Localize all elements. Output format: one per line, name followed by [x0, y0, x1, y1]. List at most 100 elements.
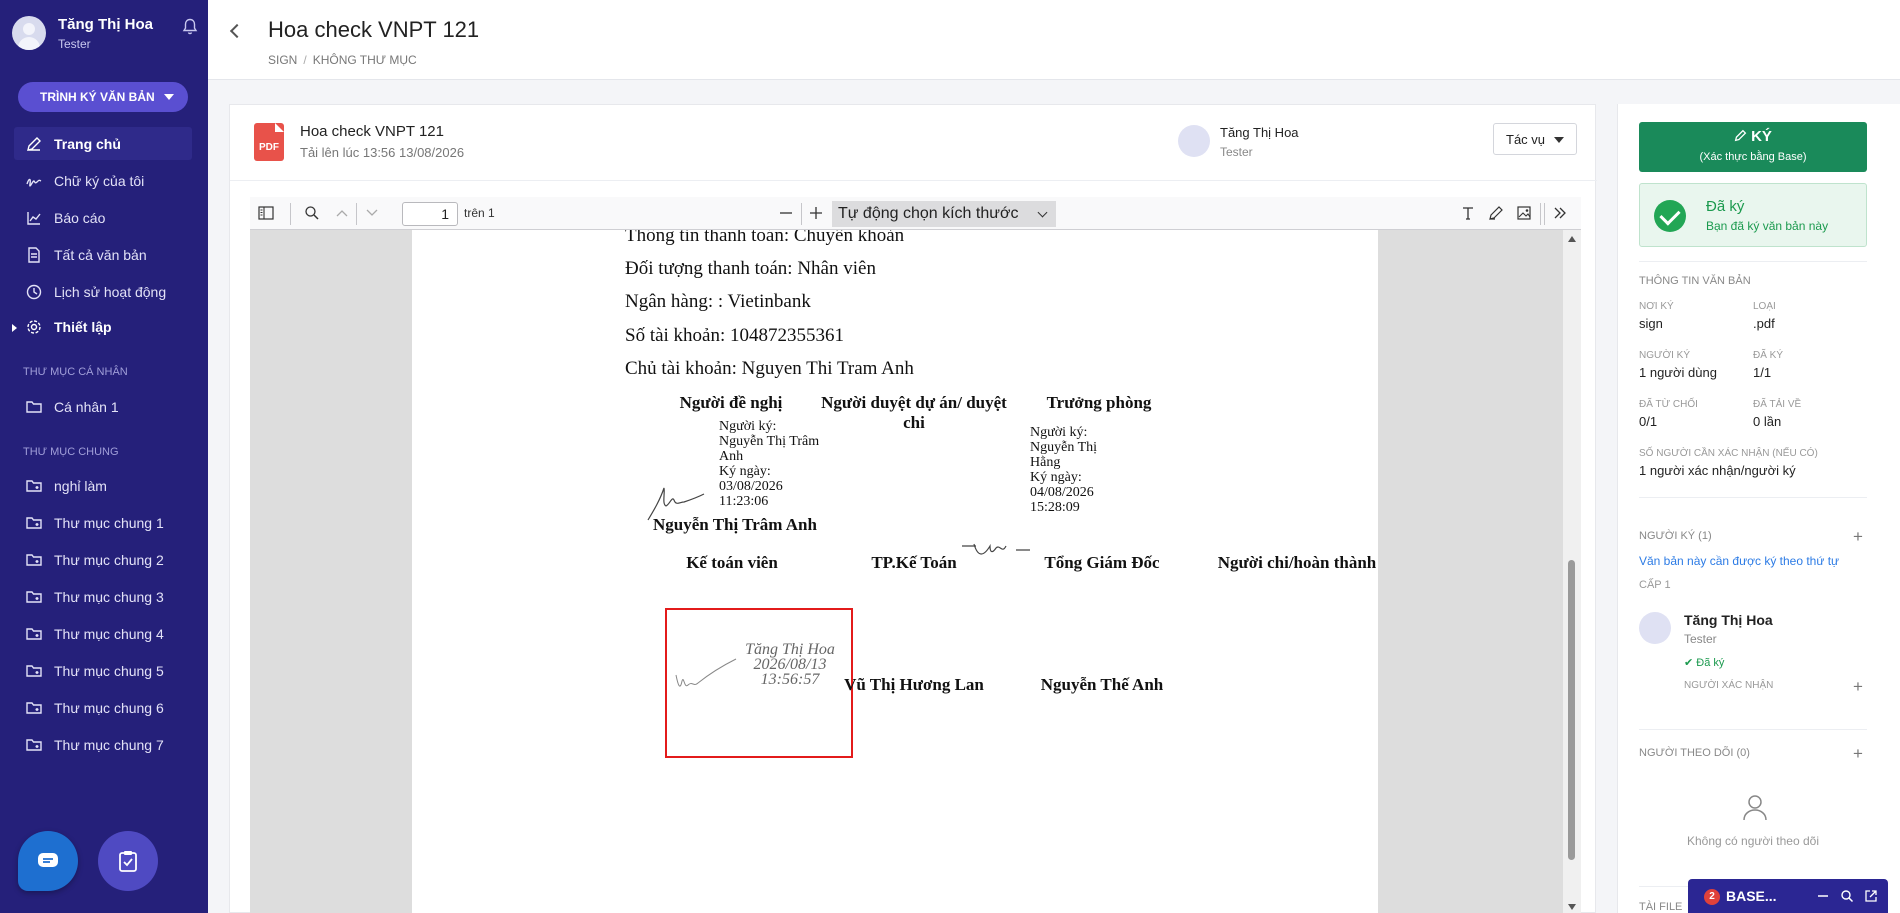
- sidebar-item-label: Thiết lập: [54, 318, 112, 335]
- divider: [1639, 261, 1867, 262]
- signer-name: Nguyễn Thế Anh: [1040, 675, 1164, 694]
- sidebar-item-all-documents[interactable]: Tất cả văn bản: [14, 238, 192, 271]
- signing-level: CẤP 1: [1639, 579, 1671, 591]
- sidebar-item-label: Thư mục chung 5: [54, 662, 164, 679]
- sign-label: KÝ: [1639, 128, 1867, 145]
- actions-dropdown[interactable]: Tác vụ: [1493, 123, 1577, 155]
- task-button[interactable]: [98, 831, 158, 891]
- sidebar-item-label: Trang chủ: [54, 135, 121, 152]
- chevron-down-icon: [1037, 207, 1048, 218]
- user-profile[interactable]: Tăng Thị Hoa Tester: [12, 14, 198, 54]
- sidebar-item-activity-history[interactable]: Lịch sử hoạt động: [14, 275, 192, 308]
- sidebar-item-shared-folder[interactable]: Thư mục chung 2: [14, 543, 192, 576]
- previous-page-icon[interactable]: [334, 205, 350, 221]
- field-label: NGƯỜI KÝ: [1639, 350, 1691, 361]
- sidebar-item-label: Lịch sử hoạt động: [54, 283, 167, 300]
- chart-icon: [27, 211, 41, 225]
- field-value: sign: [1639, 316, 1663, 331]
- breadcrumb-item[interactable]: KHÔNG THƯ MỤC: [313, 53, 417, 67]
- sidebar-toggle-icon[interactable]: [258, 205, 274, 221]
- search-icon[interactable]: [1840, 889, 1854, 903]
- sidebar-item-label: Thư mục chung 3: [54, 588, 164, 605]
- sidebar-item-my-signature[interactable]: Chữ ký của tôi: [14, 164, 192, 197]
- role-heading: Người đề nghị: [679, 393, 783, 412]
- sidebar-item-label: Thư mục chung 6: [54, 699, 164, 716]
- image-tool-icon[interactable]: [1516, 205, 1532, 221]
- sidebar-item-shared-folder[interactable]: Thư mục chung 1: [14, 506, 192, 539]
- signing-order-note[interactable]: Văn bản này cần được ký theo thứ tự: [1639, 554, 1839, 568]
- sidebar-item-settings[interactable]: Thiết lập: [14, 310, 192, 343]
- scrollbar[interactable]: [1563, 230, 1581, 913]
- divider: [1639, 729, 1867, 730]
- shared-folder-icon: [26, 516, 42, 529]
- sidebar-item-reports[interactable]: Báo cáo: [14, 201, 192, 234]
- toolbar-divider: [290, 203, 291, 225]
- followers-section-title: NGƯỜI THEO DÕI (0): [1639, 747, 1750, 759]
- confirmer-title: NGƯỜI XÁC NHẬN: [1684, 680, 1774, 691]
- add-confirmer-icon[interactable]: +: [1853, 678, 1863, 695]
- document-info-panel: KÝ (Xác thực bằng Base) Đã ký Bạn đã ký …: [1617, 104, 1900, 913]
- field-label: NƠI KÝ: [1639, 301, 1674, 312]
- zoom-in-icon[interactable]: [808, 205, 824, 221]
- pdf-page: Thông tin thanh toán: Chuyển khoản Đối t…: [412, 230, 1378, 913]
- next-page-icon[interactable]: [364, 205, 380, 221]
- shared-folder-icon: [26, 479, 42, 492]
- back-icon[interactable]: [229, 23, 245, 39]
- sidebar-item-label: Thư mục chung 4: [54, 625, 164, 642]
- sign-button[interactable]: KÝ (Xác thực bằng Base): [1639, 122, 1867, 172]
- submit-sign-button[interactable]: TRÌNH KÝ VĂN BẢN: [18, 82, 188, 112]
- text-tool-icon[interactable]: [1460, 205, 1476, 221]
- attachments-section-title: TÀI FILE: [1639, 901, 1683, 913]
- base-chat-bar[interactable]: 2 BASE...: [1688, 879, 1888, 913]
- minimize-icon[interactable]: [1816, 889, 1830, 903]
- role-heading: TP.Kế Toán: [871, 553, 957, 572]
- chat-button[interactable]: [18, 831, 78, 891]
- toolbar-divider: [1540, 203, 1541, 225]
- sidebar-item-shared-folder[interactable]: Thư mục chung 6: [14, 691, 192, 724]
- signer-status: ✔ Đã ký: [1684, 657, 1725, 669]
- scrollbar-thumb[interactable]: [1568, 560, 1575, 860]
- field-value: 0 lần: [1753, 414, 1782, 429]
- sidebar-item-shared-folder[interactable]: Thư mục chung 7: [14, 728, 192, 761]
- file-name: Hoa check VNPT 121: [300, 123, 444, 140]
- shared-folder-icon: [26, 553, 42, 566]
- document-line: Ngân hàng: : Vietinbank: [625, 291, 811, 312]
- signer-role: Tester: [1684, 632, 1717, 646]
- breadcrumb-item[interactable]: SIGN: [268, 53, 297, 67]
- sidebar-item-shared-folder[interactable]: Thư mục chung 3: [14, 580, 192, 613]
- add-follower-icon[interactable]: +: [1853, 745, 1863, 762]
- add-signer-icon[interactable]: +: [1853, 528, 1863, 545]
- sidebar-item-shared-folder[interactable]: Thư mục chung 4: [14, 617, 192, 650]
- folder-icon: [26, 400, 42, 413]
- caret-down-icon[interactable]: [164, 94, 174, 100]
- sign-sublabel: (Xác thực bằng Base): [1699, 151, 1807, 163]
- sidebar-item-personal-1[interactable]: Cá nhân 1: [14, 390, 192, 423]
- sidebar-item-home[interactable]: Trang chủ: [14, 127, 192, 160]
- role-heading: Kế toán viên: [686, 553, 778, 572]
- field-value: 1 người dùng: [1639, 365, 1717, 380]
- person-icon: [1743, 795, 1767, 821]
- sidebar-item-shared-folder[interactable]: Thư mục chung 5: [14, 654, 192, 687]
- field-label: LOẠI: [1753, 301, 1776, 312]
- bell-icon[interactable]: [182, 18, 198, 36]
- external-link-icon[interactable]: [1864, 889, 1878, 903]
- sidebar-item-label: Thư mục chung 7: [54, 736, 164, 753]
- avatar: [1639, 612, 1671, 644]
- role-heading: Trưởng phòng: [1046, 393, 1152, 412]
- page-number-input[interactable]: 1: [402, 202, 458, 226]
- clock-icon: [26, 284, 42, 299]
- signed-description: Bạn đã ký văn bản này: [1706, 219, 1829, 233]
- zoom-out-icon[interactable]: [778, 205, 794, 221]
- avatar[interactable]: [12, 16, 46, 50]
- scroll-up-icon[interactable]: [1568, 236, 1576, 242]
- zoom-select[interactable]: Tự động chọn kích thước: [832, 201, 1056, 227]
- pdf-file-icon: PDF: [254, 123, 284, 161]
- signature-stamp-time: 13:56:57: [760, 671, 820, 688]
- scroll-down-icon[interactable]: [1568, 904, 1576, 910]
- role-heading: Người duyệt dự án/ duyệt chi: [821, 393, 1007, 432]
- sidebar-item-label: nghỉ làm: [54, 477, 107, 494]
- double-chevron-right-icon[interactable]: [1552, 205, 1568, 221]
- search-icon[interactable]: [304, 205, 320, 221]
- draw-tool-icon[interactable]: [1488, 205, 1504, 221]
- sidebar-item-shared-folder[interactable]: nghỉ làm: [14, 469, 192, 502]
